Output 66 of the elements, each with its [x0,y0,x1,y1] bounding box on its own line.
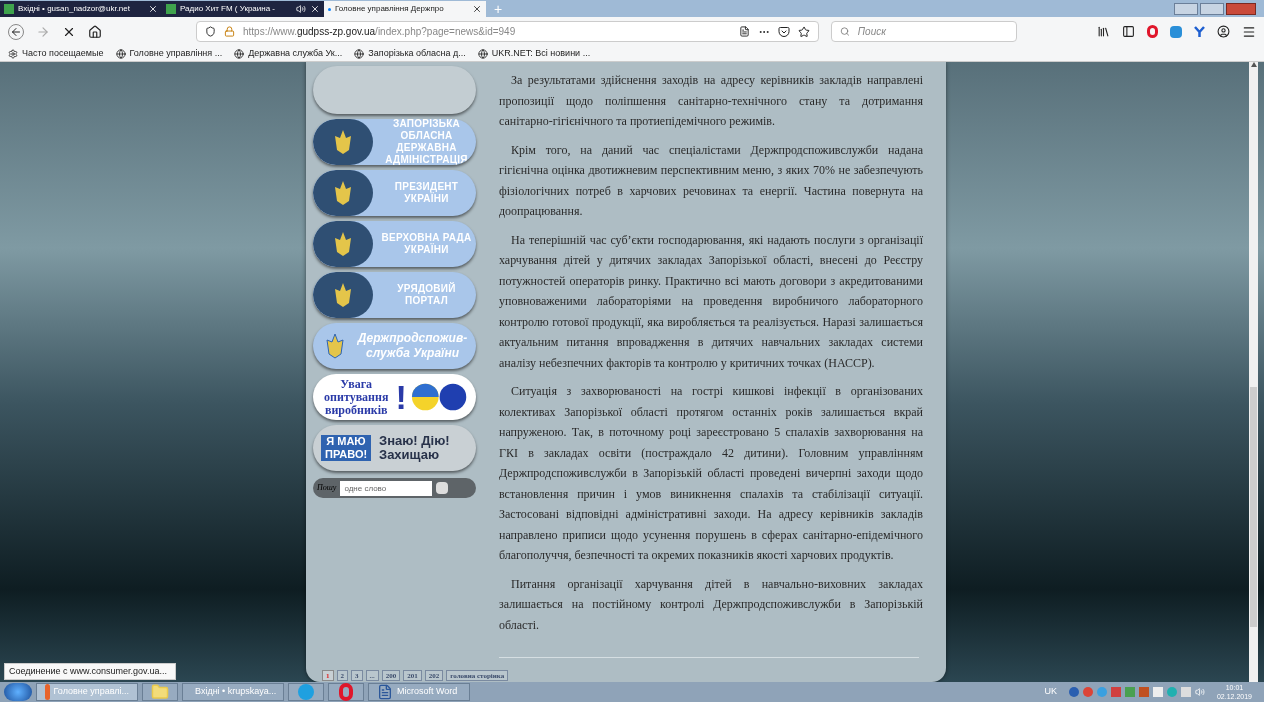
article-paragraph: На теперішній час суб’єкти господарювання, які надають послуги з організації харчування дітей у дитячих закладах Запорізької області, внесені до Реєстру потужностей операторів ринку. Практично всі мають договори з акредитованими уповноваженими лабораторіями на проведення виробничого лабораторного контролю готової продукції, яка виробляється та реалізується. Наразі залишається актуальним питання впровадження в дитячих навчальних закладах системи аналізу небезпечних факторів та контролю у критичних точках (НАССР). [499,231,923,372]
close-icon[interactable] [310,4,320,14]
emblem-icon [313,170,373,216]
tab-title: Радио Хит FM ( Украина - [180,3,277,15]
emblem-icon [313,119,373,165]
emblem-icon [313,221,373,267]
gear-icon [8,48,18,59]
speaker-icon[interactable] [296,4,306,14]
search-field[interactable]: Поиск [831,21,1017,42]
article-paragraph: Крім того, на даний час спеціалістами Держпродспоживслужби надана гігієнічна оцінка двотижневим перспективним меню, з яких 70% не забезпечують фізіологічних потреб в харчових речовинах та енергії. Частина повернута на доопрацювання. [499,141,923,220]
folder-icon [151,683,169,701]
start-button[interactable] [4,683,32,701]
browser-tab[interactable]: Радио Хит FM ( Украина - [162,1,324,17]
search-input[interactable]: Поиск [857,24,1008,39]
bookmark-item[interactable]: Державна служба Ук... [234,46,343,61]
shield-icon [205,26,216,37]
bookmark-star-icon[interactable] [798,25,810,38]
globe-icon [477,48,488,59]
lock-icon [224,26,235,37]
library-icon[interactable] [1097,25,1110,38]
tab-title: Головне управління Держпро [335,3,445,15]
emblem-icon [325,332,345,360]
emblem-icon [313,272,373,318]
scrollbar-thumb[interactable] [1250,387,1257,627]
article-paragraph: За результатами здійснення заходів на адресу керівників закладів направлені пропозиції щодо поліпшення санітарно-технічного стану та дотримання санітарно-гігієнічного та протиепідемічного режимів. [499,72,923,130]
close-icon[interactable] [148,4,158,14]
minimize-icon[interactable] [1174,3,1198,15]
account-icon[interactable] [1217,25,1230,38]
pocket-icon[interactable] [778,25,790,38]
search-icon [840,26,850,37]
extension-icon[interactable] [1170,25,1182,38]
bookmark-item[interactable]: Часто посещаемые [8,46,104,61]
y-shape-icon[interactable] [1194,25,1205,38]
browser-tab[interactable]: Головне управління Держпро [324,1,486,17]
q-icon [298,684,314,700]
search-box: Пошу одне слово [313,478,476,498]
url-text: https://www.gudpss-zp.gov.ua/index.php?page=news&id=949 [243,25,517,39]
site-icon [4,4,14,14]
home-icon[interactable] [88,24,102,39]
globe-icon [234,48,245,59]
status-tooltip: Соединение с www.consumer.gov.ua... [4,662,176,680]
article-paragraph: Питання організації харчування дітей в навчально-виховних закладах залишається на постійному контролі Держпродспоживслужби в Запорізькій області. [499,575,923,634]
close-icon[interactable] [472,4,482,14]
sidebar-icon[interactable] [1122,25,1135,38]
browser-tab[interactable]: Вхідні • gusan_nadzor@ukr.net [0,1,162,17]
globe-icon [115,48,126,59]
o-icon[interactable] [1147,25,1158,38]
bookmark-item[interactable]: UKR.NET: Всі новини ... [477,46,591,61]
bookmark-item[interactable]: Головне управління ... [115,46,223,61]
reader-icon[interactable] [739,26,750,37]
bookmark-item[interactable]: Запорізька обласна д... [354,46,466,61]
rights-banner[interactable]: Я МАЮ ПРАВО! Знаю! Дію! Захищаю [313,425,476,471]
taskbar-item[interactable] [142,683,178,701]
search-submit-button[interactable] [436,482,449,494]
globe-icon [354,48,365,59]
search-input[interactable]: одне слово [340,480,433,496]
flags-icon [410,382,468,412]
address-bar[interactable]: https://www.gudpss-zp.gov.ua/index.php?page=news&id=949 [196,21,819,42]
article-paragraph: Ситуація з захворюваності на гострі кишкові інфекції в організованих колективах Запорізької області протягом останніх років залишається вкрай напруженою. Так, в поточному році зареєстровано 5 спалахів захворювання на ГКІ в закладах освіти (постраждало 42 дитини). Головним управлінням Держпродспоживслужби в Запорізькій області проведені вичерпні заходи щодо встановлення причин і умов виникнення спалахів та стабілізації ситуації. Застосовані відповідні адміністративні заходи. На адресу керівників закладів направлено приписи щодо усунення порушень в сферах санітарно-епідемічного благополуччя, безпечності та окремих показників якості харчових продуктів. [499,383,923,564]
document-icon [377,684,393,700]
site-icon [166,4,176,14]
tab-title: Вхідні • gusan_nadzor@ukr.net [18,3,131,15]
scrollbar[interactable] [1249,62,1258,682]
restore-icon[interactable] [1200,3,1224,15]
menu-icon[interactable] [1242,24,1256,39]
o-icon [339,683,353,701]
